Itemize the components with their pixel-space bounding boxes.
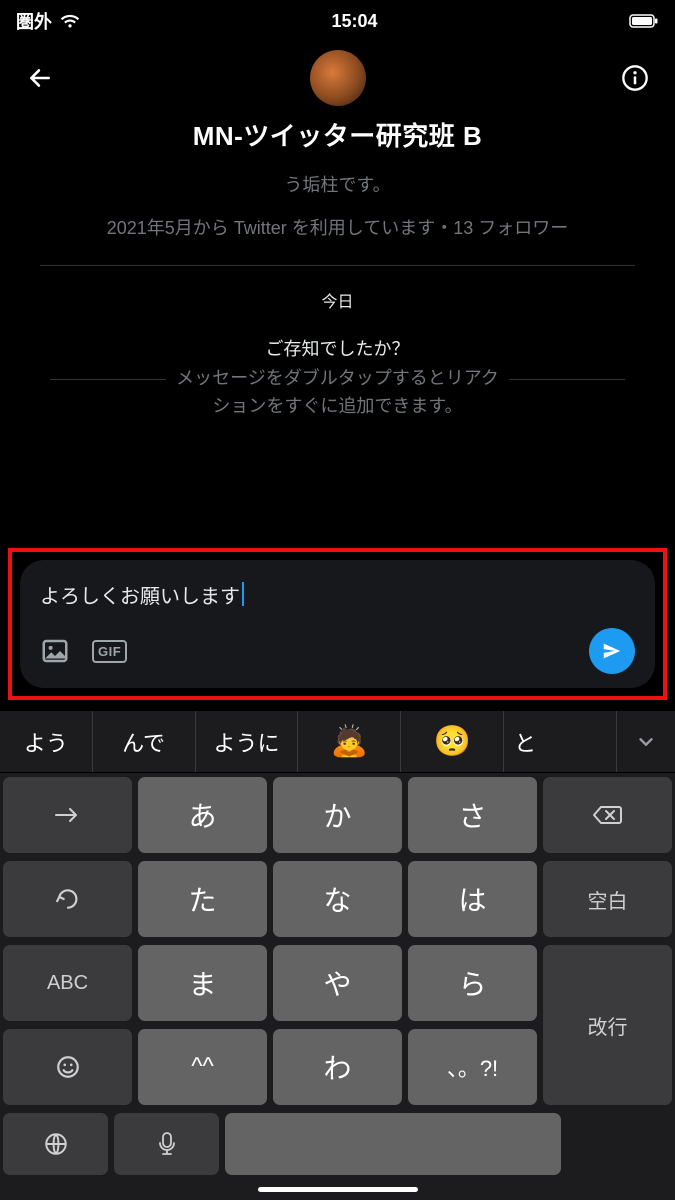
profile-info: う垢柱です。 2021年5月から Twitter を利用しています・13 フォロ… bbox=[0, 171, 675, 243]
suggestion-row: よう んで ように 🙇 🥺 と bbox=[0, 711, 675, 773]
key-ta[interactable]: た bbox=[138, 861, 267, 937]
tip-box: ご存知でしたか？ メッセージをダブルタップするとリアク ションをすぐに追加できま… bbox=[0, 336, 675, 422]
key-ra[interactable]: ら bbox=[408, 945, 537, 1021]
text-cursor bbox=[242, 582, 244, 606]
suggestion[interactable]: ように bbox=[196, 711, 299, 772]
key-ha[interactable]: は bbox=[408, 861, 537, 937]
key-punct[interactable]: 、。?! bbox=[408, 1029, 537, 1105]
battery-icon bbox=[629, 14, 659, 28]
conversation-title: MN-ツイッター研究班 B bbox=[0, 116, 675, 153]
home-indicator[interactable] bbox=[258, 1187, 418, 1192]
message-input[interactable]: よろしくお願いします bbox=[40, 578, 635, 610]
mic-key[interactable] bbox=[114, 1113, 219, 1175]
send-button[interactable] bbox=[589, 628, 635, 674]
suggestion[interactable]: 🥺 bbox=[401, 711, 504, 772]
key-komoji[interactable]: ^^ bbox=[138, 1029, 267, 1105]
user-avatar[interactable] bbox=[310, 50, 366, 106]
carrier-text: 圏外 bbox=[16, 8, 52, 34]
joined-followers: 2021年5月から Twitter を利用しています・13 フォロワー bbox=[24, 214, 651, 243]
suggestion[interactable]: 🙇 bbox=[298, 711, 401, 772]
tip-title: ご存知でしたか？ bbox=[50, 336, 625, 364]
wifi-icon bbox=[60, 14, 80, 29]
keyboard: よう んで ように 🙇 🥺 と あ か さ た な は bbox=[0, 711, 675, 1200]
composer-highlight: よろしくお願いします GIF bbox=[8, 548, 667, 700]
key-backspace[interactable] bbox=[543, 777, 672, 853]
globe-key[interactable] bbox=[3, 1113, 108, 1175]
key-ma[interactable]: ま bbox=[138, 945, 267, 1021]
date-separator: 今日 bbox=[0, 288, 675, 312]
suggestion[interactable]: と bbox=[504, 711, 617, 772]
gif-button[interactable]: GIF bbox=[92, 640, 127, 663]
spacebar[interactable] bbox=[225, 1113, 561, 1175]
key-sa[interactable]: さ bbox=[408, 777, 537, 853]
suggestion[interactable]: よう bbox=[0, 711, 93, 772]
key-wa[interactable]: わ bbox=[273, 1029, 402, 1105]
conversation-header bbox=[0, 38, 675, 106]
tip-line-left bbox=[50, 379, 166, 380]
keyboard-bottom-row bbox=[0, 1113, 675, 1181]
bio-tail: う垢柱です。 bbox=[24, 171, 651, 200]
key-space[interactable]: 空白 bbox=[543, 861, 672, 937]
divider bbox=[40, 265, 635, 266]
message-text: よろしくお願いします bbox=[40, 580, 240, 609]
status-bar: 圏外 15:04 bbox=[0, 0, 675, 38]
tip-text-1: メッセージをダブルタップするとリアク bbox=[176, 365, 499, 393]
image-button[interactable] bbox=[40, 636, 70, 666]
key-a[interactable]: あ bbox=[138, 777, 267, 853]
key-abc[interactable]: ABC bbox=[3, 945, 132, 1021]
key-na[interactable]: な bbox=[273, 861, 402, 937]
key-undo[interactable] bbox=[3, 861, 132, 937]
suggestion[interactable]: んで bbox=[93, 711, 196, 772]
tip-line-right bbox=[509, 379, 625, 380]
key-next-candidate[interactable] bbox=[3, 777, 132, 853]
key-return[interactable]: 改行 bbox=[543, 945, 672, 1105]
back-button[interactable] bbox=[20, 58, 60, 98]
message-composer[interactable]: よろしくお願いします GIF bbox=[20, 560, 655, 688]
key-ya[interactable]: や bbox=[273, 945, 402, 1021]
clock: 15:04 bbox=[331, 11, 377, 32]
key-grid: あ か さ た な は 空白 ABC ま や ら 改行 ^ bbox=[0, 773, 675, 1105]
expand-suggestions[interactable] bbox=[617, 731, 675, 753]
info-button[interactable] bbox=[615, 58, 655, 98]
key-ka[interactable]: か bbox=[273, 777, 402, 853]
tip-text-2: ションをすぐに追加できます。 bbox=[50, 393, 625, 421]
key-emoji[interactable] bbox=[3, 1029, 132, 1105]
